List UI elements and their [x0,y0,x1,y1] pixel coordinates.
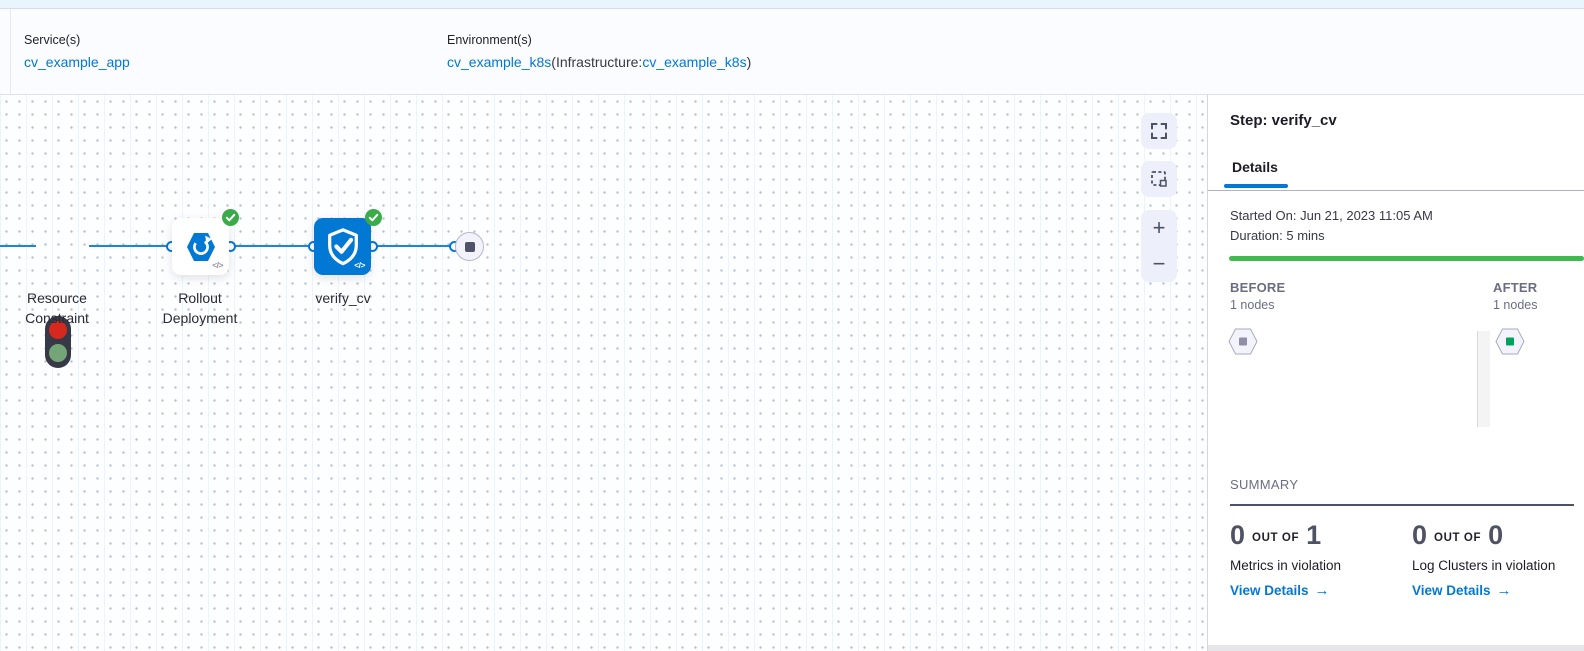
log-clusters-total-count: 0 [1488,520,1503,551]
panel-title: Step: verify_cv [1230,112,1337,129]
tab-details[interactable]: Details [1232,159,1278,175]
before-node-hexagon[interactable] [1228,328,1258,360]
metrics-view-details-link[interactable]: View Details → [1230,582,1330,599]
log-clusters-caption: Log Clusters in violation [1412,558,1555,573]
arrow-right-icon: → [1497,582,1512,599]
out-of-label: OUT OF [1252,532,1299,544]
stop-square-icon [465,242,475,252]
end-node[interactable] [455,232,484,261]
before-node-count: 1 nodes [1230,298,1274,312]
infrastructure-link[interactable]: cv_example_k8s [642,54,746,70]
tab-active-indicator [1224,184,1288,188]
after-node-hexagon[interactable] [1495,328,1525,360]
environment-label: Environment(s) [447,33,751,47]
rollout-icon [184,230,218,264]
marquee-select-button[interactable] [1141,161,1177,197]
edge-connector [0,245,36,247]
step-details-panel: Step: verify_cv Details Started On: Jun … [1207,95,1584,651]
hexagon-node-icon [1228,328,1258,355]
zoom-in-button[interactable]: + [1141,210,1177,246]
out-of-label: OUT OF [1434,532,1481,544]
pipeline-canvas[interactable]: Resource Constraint </> Rollout Deployme… [0,95,1207,651]
hexagon-node-icon [1495,328,1525,355]
traffic-light-green-icon [49,344,67,362]
summary-divider [1230,504,1574,506]
metrics-caption: Metrics in violation [1230,558,1412,573]
code-glyph: </> [354,260,365,270]
execution-view: Service(s) cv_example_app Environment(s)… [0,0,1584,651]
after-label: AFTER [1493,280,1537,295]
metrics-summary-card: 0 OUT OF 1 Metrics in violation View Det… [1230,520,1412,600]
code-glyph: </> [212,260,223,270]
success-badge-icon [222,209,239,226]
infrastructure-prefix: (Infrastructure: [551,54,642,70]
log-clusters-violation-count: 0 [1412,520,1427,551]
before-label: BEFORE [1230,280,1285,295]
metrics-total-count: 1 [1306,520,1321,551]
environment-link[interactable]: cv_example_k8s [447,54,551,70]
log-clusters-view-details-link[interactable]: View Details → [1412,582,1512,599]
verify-cv-node[interactable]: </> [314,218,371,275]
log-clusters-summary-card: 0 OUT OF 0 Log Clusters in violation Vie… [1412,520,1555,600]
infrastructure-suffix: ) [747,54,752,70]
panel-horizontal-scrollbar[interactable] [1208,645,1584,651]
edge-connector [235,245,310,247]
edge-connector [377,245,451,247]
fullscreen-button[interactable] [1141,113,1177,149]
node-label: Resource Constraint [2,288,112,328]
tab-divider [1208,190,1584,191]
progress-bar [1229,256,1584,261]
marquee-select-icon [1149,169,1169,189]
arrow-right-icon: → [1315,582,1330,599]
node-label: Rollout Deployment [145,288,255,328]
service-link[interactable]: cv_example_app [24,54,130,70]
view-details-text: View Details [1412,583,1491,598]
summary-label: SUMMARY [1230,477,1298,492]
zoom-controls: + − [1141,210,1177,282]
header-left-divider [10,9,11,94]
duration-text: Duration: 5 mins [1230,228,1325,243]
zoom-out-button[interactable]: − [1141,246,1177,282]
metrics-violation-count: 0 [1230,520,1245,551]
started-on-text: Started On: Jun 21, 2023 11:05 AM [1230,208,1433,223]
before-pane-scrollbar[interactable] [1477,331,1490,427]
rollout-deployment-node[interactable]: </> [172,218,229,275]
edge-connector [89,245,168,247]
after-node-count: 1 nodes [1493,298,1537,312]
top-strip [0,0,1584,9]
success-badge-icon [365,209,382,226]
execution-context-header: Service(s) cv_example_app Environment(s)… [0,9,1584,95]
node-label: verify_cv [288,288,398,308]
view-details-text: View Details [1230,583,1309,598]
fullscreen-icon [1149,121,1169,141]
service-label: Service(s) [24,33,130,47]
